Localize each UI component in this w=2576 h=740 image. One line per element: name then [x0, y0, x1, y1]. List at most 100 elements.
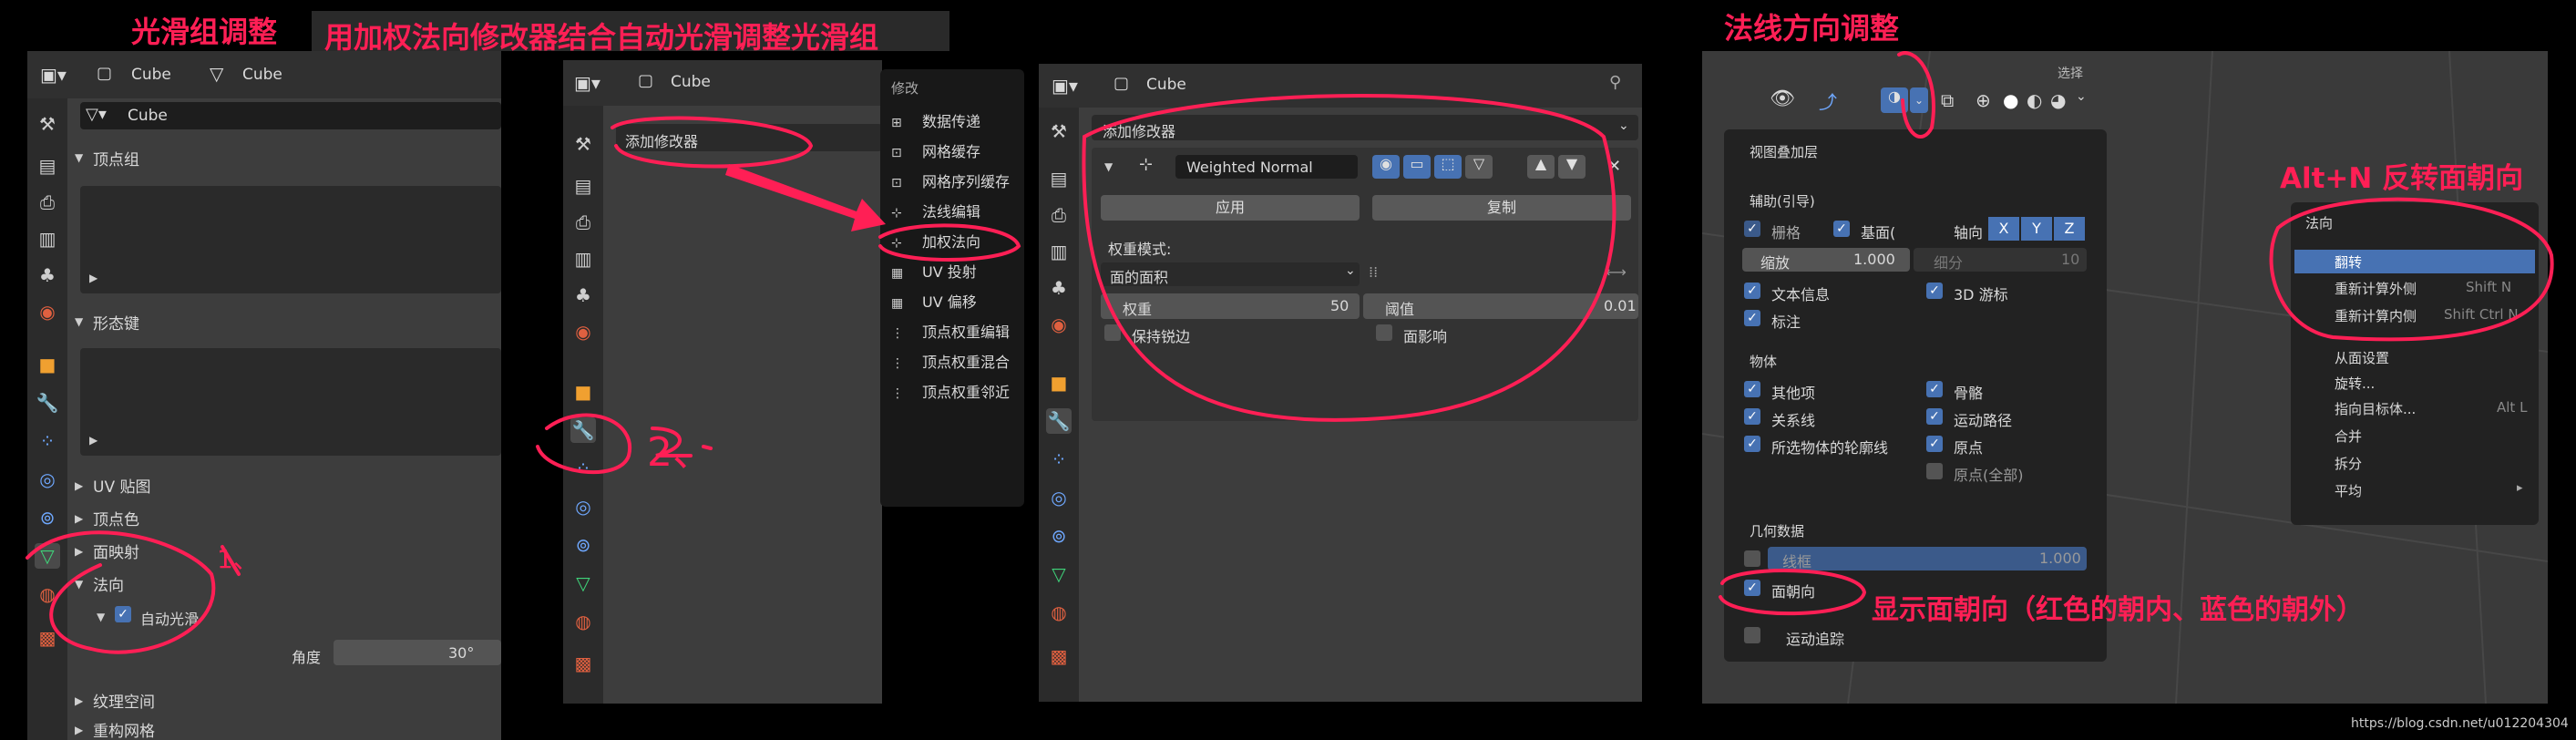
vertex-colors-header[interactable]: 顶点色 [93, 507, 139, 529]
vertex-groups-list[interactable] [80, 186, 501, 293]
object-properties-icon-3[interactable]: ■ [1046, 370, 1072, 396]
modifier-item-data-transfer[interactable]: ⊞ 数据传递 [891, 109, 980, 131]
motion-paths-checkbox[interactable]: ✓ [1926, 408, 1943, 425]
wireframe-checkbox[interactable] [1744, 550, 1760, 567]
remesh-expand[interactable]: ▶ [75, 724, 83, 736]
modifier-item-normal-edit[interactable]: ⊹ 法线编辑 [891, 200, 980, 221]
normals-menu-recalc-inside[interactable]: 重新计算内侧 [2335, 306, 2417, 325]
normals-menu-flip[interactable]: 翻转 [2335, 252, 2362, 272]
mesh-data-icon-2[interactable]: ▽ [570, 570, 596, 596]
add-modifier-label[interactable]: 添加修改器 [625, 129, 698, 151]
weight-value[interactable]: 50 [1330, 297, 1349, 314]
keep-sharp-checkbox[interactable] [1104, 324, 1121, 341]
remove-modifier-icon[interactable]: ✕ [1607, 157, 1621, 176]
uv-maps-header[interactable]: UV 贴图 [93, 474, 150, 497]
origins-all-checkbox[interactable] [1926, 463, 1943, 479]
constraints-icon[interactable]: ⊚ [35, 505, 60, 530]
face-orientation-checkbox[interactable]: ✓ [1744, 580, 1760, 596]
uv-maps-expand[interactable]: ▶ [75, 479, 83, 492]
on-cage-button[interactable]: ▽ [1465, 155, 1493, 179]
shading-material-icon[interactable]: ◐ [2027, 89, 2042, 111]
invert-arrows-icon[interactable]: ⟷ [1606, 263, 1627, 281]
header-object-name-3[interactable]: Cube [1146, 76, 1186, 94]
grid-scale-value[interactable]: 1.000 [1853, 251, 1895, 268]
auto-smooth-checkbox[interactable]: ✓ [115, 606, 131, 622]
axis-x-toggle[interactable]: X [1988, 217, 2019, 241]
overlays-dropdown-button[interactable]: ⌄ [1910, 87, 1928, 113]
normals-menu-recalc-outside[interactable]: 重新计算外侧 [2335, 279, 2417, 298]
output-icon[interactable]: ⎙ [35, 190, 60, 215]
add-modifier-label-3[interactable]: 添加修改器 [1103, 119, 1175, 141]
xray-icon[interactable]: ⧉ [1941, 89, 1954, 111]
view-layer-icon-3[interactable]: ▥ [1046, 239, 1072, 264]
overlays-button[interactable]: ◑ [1881, 87, 1908, 113]
copy-button[interactable]: 复制 [1372, 195, 1631, 221]
object-properties-icon[interactable]: ■ [35, 352, 60, 377]
show-in-editmode-button[interactable]: ⬚ [1434, 155, 1462, 179]
angle-field[interactable] [334, 640, 501, 665]
texture-icon[interactable]: ▩ [35, 625, 60, 651]
output-icon-2[interactable]: ⎙ [570, 210, 596, 235]
modifier-tab-icon-3[interactable]: 🔧 [1046, 408, 1072, 434]
wireframe-value[interactable]: 1.000 [2039, 550, 2081, 567]
pin-icon[interactable]: ⚲ [1609, 73, 1621, 92]
axis-z-toggle[interactable]: Z [2054, 217, 2085, 241]
particles-icon-2[interactable]: ⁘ [570, 456, 596, 481]
remesh-header[interactable]: 重构网格 [93, 718, 155, 740]
mesh-data-tab-icon[interactable]: ▽ [35, 543, 60, 569]
modifier-item-vertex-weight-proximity[interactable]: ⋮ 顶点权重邻近 [891, 380, 1010, 402]
constraints-icon-3[interactable]: ⊚ [1046, 523, 1072, 549]
texture-icon-3[interactable]: ▩ [1046, 643, 1072, 669]
output-icon-3[interactable]: ⎙ [1046, 202, 1072, 228]
modifier-item-uv-warp[interactable]: ▦ UV 偏移 [891, 290, 977, 312]
shading-solid-icon[interactable]: ● [2003, 89, 2018, 111]
object-properties-icon-2[interactable]: ■ [570, 379, 596, 405]
header-mesh-name[interactable]: Cube [242, 66, 282, 84]
material-icon[interactable]: ◍ [35, 581, 60, 607]
tool-icon-3[interactable]: ⚒ [1046, 118, 1072, 144]
gizmo-icon[interactable]: ⤴ [1819, 87, 1837, 114]
render-icon-2[interactable]: ▤ [570, 173, 596, 199]
constraints-icon-2[interactable]: ⊚ [570, 532, 596, 558]
grid-subdivisions-value[interactable]: 10 [2061, 251, 2079, 268]
physics-icon-3[interactable]: ◎ [1046, 485, 1072, 510]
move-up-button[interactable]: ▲ [1527, 155, 1555, 179]
threshold-value[interactable]: 0.01 [1604, 297, 1637, 314]
modifier-item-mesh-cache[interactable]: ⊡ 网格缓存 [891, 139, 980, 161]
modifier-item-vertex-weight-mix[interactable]: ⋮ 顶点权重混合 [891, 350, 1010, 372]
header-object-name[interactable]: Cube [131, 66, 171, 84]
texture-space-expand[interactable]: ▶ [75, 694, 83, 707]
shading-options-icon[interactable]: ⌄ [2076, 89, 2087, 104]
floor-checkbox[interactable]: ✓ [1833, 221, 1850, 237]
tool-icon[interactable]: ⚒ [35, 111, 60, 137]
move-down-button[interactable]: ▼ [1558, 155, 1586, 179]
particles-icon-3[interactable]: ⁘ [1046, 447, 1072, 472]
modifier-item-uv-project[interactable]: ▦ UV 投射 [891, 260, 977, 282]
modifier-name-value[interactable]: Weighted Normal [1186, 159, 1313, 176]
normals-menu-average[interactable]: 平均 [2335, 481, 2362, 500]
editor-type-icon[interactable]: ▣▾ [40, 64, 67, 86]
viewport-corner-label[interactable]: 选择 [2058, 64, 2083, 82]
angle-value[interactable]: 30° [448, 644, 474, 662]
view-layer-icon-2[interactable]: ▥ [570, 246, 596, 272]
extras-checkbox[interactable]: ✓ [1744, 381, 1760, 397]
shape-keys-list[interactable] [80, 348, 501, 456]
modifier-tab-icon-2[interactable]: 🔧 [570, 417, 596, 443]
modifier-item-mesh-sequence-cache[interactable]: ⊡ 网格序列缓存 [891, 170, 1010, 191]
header-object-name-2[interactable]: Cube [671, 73, 711, 91]
cursor-3d-checkbox[interactable]: ✓ [1926, 283, 1943, 299]
outline-selected-checkbox[interactable]: ✓ [1744, 436, 1760, 452]
shape-keys-expand[interactable]: ▼ [75, 315, 83, 328]
shape-keys-list-expand[interactable]: ▶ [89, 434, 97, 447]
scene-icon-3[interactable]: ♣ [1046, 275, 1072, 301]
face-maps-header[interactable]: 面映射 [93, 540, 139, 562]
texture-icon-2[interactable]: ▩ [570, 651, 596, 676]
texture-space-header[interactable]: 纹理空间 [93, 689, 155, 712]
weight-mode-value[interactable]: 面的面积 [1110, 265, 1168, 287]
world-icon-3[interactable]: ◉ [1046, 312, 1072, 337]
material-icon-2[interactable]: ◍ [570, 609, 596, 634]
mesh-data-icon-3[interactable]: ▽ [1046, 561, 1072, 587]
world-icon-2[interactable]: ◉ [570, 319, 596, 344]
auto-smooth-expand[interactable]: ▼ [97, 611, 105, 623]
visibility-eye-icon[interactable]: 👁 [1770, 87, 1795, 110]
